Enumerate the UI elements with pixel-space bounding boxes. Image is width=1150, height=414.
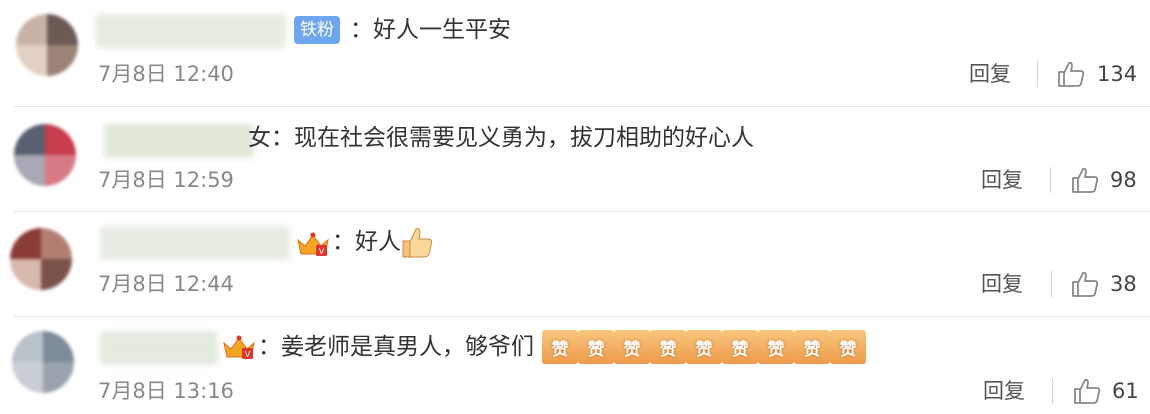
- praise-emoji: 赞: [614, 330, 650, 364]
- comment-item: V ：姜老师是真男人，够爷们 赞 赞 赞 赞 赞 赞 赞 赞 赞 7月8日 13…: [0, 317, 1150, 414]
- like-count: 38: [1110, 272, 1137, 296]
- avatar[interactable]: [16, 14, 78, 76]
- comment-text: 女：现在社会很需要见义勇为，拔刀相助的好心人: [248, 125, 754, 151]
- svg-text:V: V: [319, 247, 325, 256]
- fan-badge: 铁粉: [294, 16, 340, 44]
- vip-crown-icon: V: [223, 335, 255, 359]
- like-count: 98: [1110, 168, 1137, 192]
- username[interactable]: [104, 124, 254, 158]
- username[interactable]: [100, 331, 218, 365]
- avatar[interactable]: [12, 331, 74, 393]
- like-count: 61: [1112, 379, 1139, 403]
- praise-emoji: 赞: [542, 330, 578, 364]
- praise-emoji: 赞: [686, 330, 722, 364]
- praise-emoji: 赞: [722, 330, 758, 364]
- praise-emoji: 赞: [650, 330, 686, 364]
- reply-button[interactable]: 回复: [981, 165, 1023, 195]
- action-divider: [1050, 167, 1051, 193]
- reply-button[interactable]: 回复: [981, 269, 1023, 299]
- comment-text: ：好人一生平安: [350, 17, 511, 43]
- comment-item: 铁粉 ：好人一生平安 7月8日 12:40 回复 134: [0, 0, 1150, 104]
- thumbs-up-icon[interactable]: [1056, 59, 1086, 89]
- thumbs-up-icon[interactable]: [1070, 269, 1100, 299]
- avatar[interactable]: [14, 124, 76, 186]
- comment-text: ：姜老师是真男人，够爷们: [258, 334, 534, 360]
- vip-crown-icon: V: [297, 232, 329, 256]
- comment-time: 7月8日 13:16: [98, 379, 234, 403]
- reply-button[interactable]: 回复: [983, 376, 1025, 406]
- svg-text:V: V: [245, 350, 251, 359]
- praise-emoji: 赞: [578, 330, 614, 364]
- thumbs-up-emoji-icon: [402, 228, 433, 258]
- comment-time: 7月8日 12:44: [98, 272, 234, 296]
- avatar[interactable]: [10, 228, 72, 290]
- thumbs-up-icon[interactable]: [1070, 165, 1100, 195]
- comment-item: V ：好人 7月8日 12:44 回复 38: [0, 212, 1150, 316]
- username[interactable]: [96, 14, 286, 48]
- comment-text: ：好人: [332, 229, 401, 255]
- praise-emoji: 赞: [758, 330, 794, 364]
- action-divider: [1037, 61, 1038, 87]
- praise-emoji: 赞: [794, 330, 830, 364]
- praise-emoji-strip: 赞 赞 赞 赞 赞 赞 赞 赞 赞: [542, 329, 866, 365]
- thumbs-up-icon[interactable]: [1072, 376, 1102, 406]
- username[interactable]: [100, 226, 290, 260]
- comment-time: 7月8日 12:59: [98, 168, 234, 192]
- action-divider: [1051, 271, 1052, 297]
- like-count: 134: [1097, 62, 1138, 86]
- praise-emoji: 赞: [830, 330, 866, 364]
- action-divider: [1052, 378, 1053, 404]
- comment-item: 女：现在社会很需要见义勇为，拔刀相助的好心人 7月8日 12:59 回复 98: [0, 107, 1150, 211]
- reply-button[interactable]: 回复: [969, 59, 1011, 89]
- comment-time: 7月8日 12:40: [98, 62, 234, 86]
